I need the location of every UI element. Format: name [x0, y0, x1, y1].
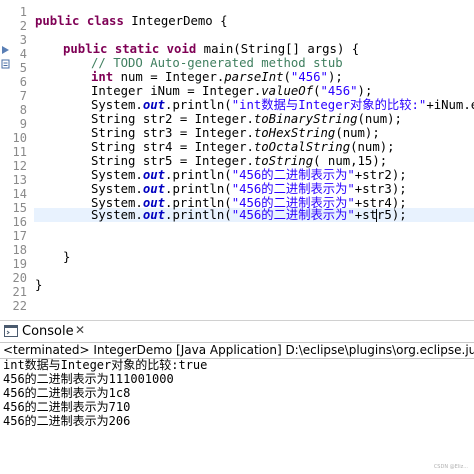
line-number: 8	[19, 103, 27, 117]
main-method-declaration: public static void main(String[] args) {	[63, 42, 360, 56]
console-tab-bar: Console ✕	[0, 320, 474, 343]
line-number: 16	[12, 215, 27, 229]
line-number: 19	[12, 257, 27, 271]
line-number: 13	[12, 173, 27, 187]
console-output-line: 456的二进制表示为710	[3, 400, 131, 414]
console-status-text: <terminated> IntegerDemo [Java Applicati…	[3, 343, 474, 357]
console-output-line: 456的二进制表示为1c8	[3, 386, 131, 400]
code-line-inum: Integer iNum = Integer.valueOf("456");	[91, 84, 373, 98]
class-closing-brace: }	[35, 278, 43, 292]
console-icon	[4, 325, 18, 337]
line-number: 20	[12, 271, 27, 285]
code-line-print-str5: System.out.println("456的二进制表示为"+str5);	[91, 208, 407, 222]
code-line-str5: String str5 = Integer.toString( num,15);	[91, 154, 388, 168]
line-number: 9	[19, 117, 27, 131]
code-line-print-str3: System.out.println("456的二进制表示为"+str3);	[91, 182, 407, 196]
code-line-str4: String str4 = Integer.toOctalString(num)…	[91, 140, 395, 154]
line-number: 6	[19, 75, 27, 89]
text-caret	[376, 209, 377, 222]
watermark: CSDN @Eliz...	[433, 464, 468, 470]
line-number: 12	[12, 159, 27, 173]
line-number: 14	[12, 187, 27, 201]
console-output-line: 456的二进制表示为111001000	[3, 372, 174, 386]
console-status-bar: <terminated> IntegerDemo [Java Applicati…	[0, 342, 474, 359]
line-number: 1	[19, 5, 27, 19]
line-number: 3	[19, 33, 27, 47]
code-editor[interactable]: 1 2 3 4 5 6 7 8 9 10 11 12 13 14 15 16 1…	[0, 0, 474, 314]
console-tab-label[interactable]: Console	[22, 324, 74, 339]
line-number: 11	[12, 145, 27, 159]
close-icon[interactable]: ✕	[75, 323, 85, 337]
line-number: 4	[19, 47, 27, 61]
line-number: 22	[12, 299, 27, 313]
method-closing-brace: }	[63, 250, 71, 264]
code-line-equals: System.out.println("int数据与Integer对象的比较:"…	[91, 98, 474, 112]
line-number: 15	[12, 201, 27, 215]
code-line-num: int num = Integer.parseInt("456");	[91, 70, 343, 84]
line-number: 2	[19, 19, 27, 33]
line-number: 21	[12, 285, 27, 299]
line-number: 5	[19, 61, 27, 75]
line-number: 10	[12, 131, 27, 145]
console-output-line: 456的二进制表示为206	[3, 414, 131, 428]
class-declaration: public class IntegerDemo {	[35, 14, 228, 28]
line-number: 18	[12, 243, 27, 257]
code-line-str3: String str3 = Integer.toHexString(num);	[91, 126, 380, 140]
todo-comment: // TODO Auto-generated method stub	[91, 56, 343, 70]
console-output-line: int数据与Integer对象的比较:true	[3, 358, 208, 372]
code-line-print-str2: System.out.println("456的二进制表示为"+str2);	[91, 168, 407, 182]
line-number: 7	[19, 89, 27, 103]
code-line-str2: String str2 = Integer.toBinaryString(num…	[91, 112, 402, 126]
line-number: 17	[12, 229, 27, 243]
